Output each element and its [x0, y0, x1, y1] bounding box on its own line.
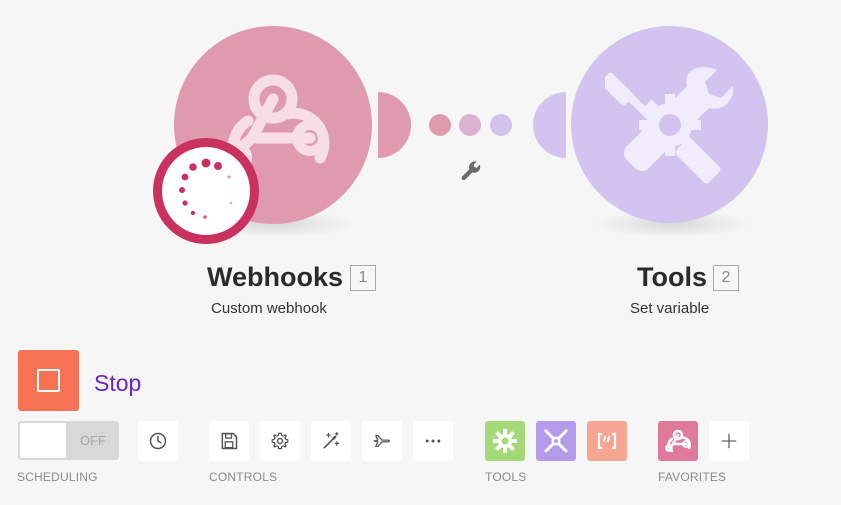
- connection-dot: [429, 114, 451, 136]
- scenario-canvas: Webhooks 1 Custom webhook Tools 2 Set va…: [0, 0, 841, 340]
- text-parser-icon: [597, 432, 617, 450]
- save-button[interactable]: [209, 421, 249, 461]
- tools-button[interactable]: [536, 421, 576, 461]
- magic-wand-icon: [323, 432, 340, 449]
- explain-flow-button[interactable]: [362, 421, 402, 461]
- module-number: 2: [713, 265, 739, 291]
- webhooks-output-connector[interactable]: [378, 92, 414, 158]
- wrench-icon[interactable]: [460, 160, 482, 182]
- webhook-icon: [665, 429, 692, 453]
- favorite-webhooks-button[interactable]: [658, 421, 698, 461]
- stop-button[interactable]: [18, 350, 79, 411]
- scheduling-label: SCHEDULING: [17, 470, 98, 484]
- text-parser-button[interactable]: [587, 421, 627, 461]
- connection-dot: [459, 114, 481, 136]
- connection-dot: [490, 114, 512, 136]
- toggle-knob: [20, 423, 66, 458]
- flow-control-tool-button[interactable]: [485, 421, 525, 461]
- add-favorite-button[interactable]: [709, 421, 749, 461]
- module-subtitle: Set variable: [630, 300, 710, 317]
- status-inner: [162, 147, 250, 235]
- toggle-state-label: OFF: [80, 433, 106, 448]
- stop-icon: [37, 369, 60, 392]
- module-title: Webhooks: [207, 262, 344, 292]
- loading-spinner-icon: [179, 158, 233, 219]
- module-subtitle: Custom webhook: [211, 300, 327, 317]
- favorites-label: FAVORITES: [658, 470, 727, 484]
- tools-label: TOOLS: [485, 470, 527, 484]
- clock-icon: [149, 432, 167, 450]
- gear-icon: [493, 429, 517, 453]
- tools-icon: [605, 67, 734, 184]
- module-number: 1: [350, 265, 376, 291]
- tools-input-connector[interactable]: [530, 92, 566, 158]
- controls-label: CONTROLS: [209, 470, 278, 484]
- module-status-indicator: [153, 138, 259, 244]
- gear-icon: [271, 432, 289, 450]
- stop-label[interactable]: Stop: [94, 370, 141, 397]
- scheduling-toggle[interactable]: OFF: [18, 421, 119, 460]
- module-title: Tools: [637, 262, 707, 292]
- schedule-settings-button[interactable]: [138, 421, 178, 461]
- airplane-icon: [373, 434, 390, 448]
- save-icon: [221, 432, 238, 450]
- scenario-settings-button[interactable]: [260, 421, 300, 461]
- tools-icon: [544, 429, 568, 453]
- more-button[interactable]: [413, 421, 453, 461]
- auto-align-button[interactable]: [311, 421, 351, 461]
- more-icon: [425, 439, 441, 443]
- tools-module[interactable]: [571, 26, 768, 223]
- plus-icon: [721, 433, 737, 449]
